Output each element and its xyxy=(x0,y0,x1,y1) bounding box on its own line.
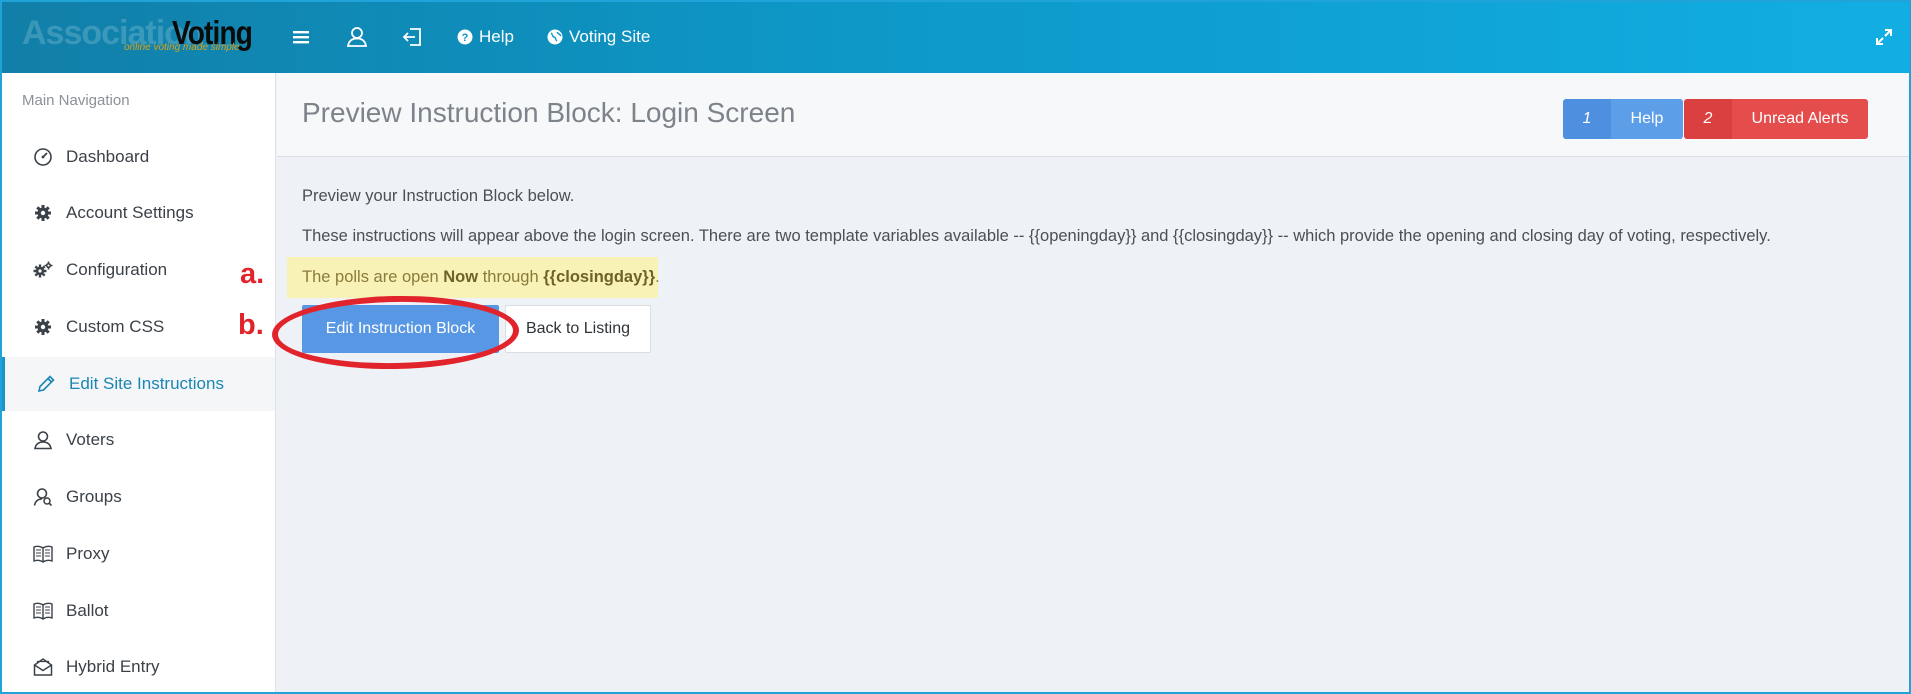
sidebar-item-voters[interactable]: Voters xyxy=(2,413,275,467)
user-search-icon xyxy=(33,487,53,507)
sidebar: Main Navigation Dashboard Account Settin… xyxy=(2,73,276,692)
expand-icon xyxy=(1876,29,1892,45)
app-window: Association Voting online voting made si… xyxy=(0,0,1911,694)
preview-prefix: The polls are open xyxy=(302,268,444,286)
help-button[interactable]: 1 Help xyxy=(1563,99,1683,139)
sidebar-item-hybrid-entry[interactable]: Hybrid Entry xyxy=(2,640,275,692)
book-icon xyxy=(33,544,53,564)
envelope-open-icon xyxy=(33,657,53,677)
top-bar: Association Voting online voting made si… xyxy=(2,2,1909,73)
page-title: Preview Instruction Block: Login Screen xyxy=(302,97,796,128)
logo-tagline: online voting made simple xyxy=(124,42,240,53)
unread-alerts-button[interactable]: 2 Unread Alerts xyxy=(1684,99,1868,139)
help-nav-label: Help xyxy=(479,27,514,46)
menu-toggle-button[interactable] xyxy=(292,24,310,50)
intro-text: Preview your Instruction Block below. xyxy=(302,187,575,205)
sidebar-item-groups[interactable]: Groups xyxy=(2,470,275,524)
sidebar-item-proxy[interactable]: Proxy xyxy=(2,527,275,581)
profile-button[interactable] xyxy=(346,24,368,50)
logout-button[interactable] xyxy=(402,24,424,50)
sidebar-item-label: Custom CSS xyxy=(66,317,165,336)
sidebar-item-label: Ballot xyxy=(66,601,109,620)
annotation-a: a. xyxy=(240,258,265,290)
sidebar-item-edit-site-instructions[interactable]: Edit Site Instructions xyxy=(2,357,275,411)
fullscreen-button[interactable] xyxy=(1875,28,1893,51)
logo[interactable]: Association Voting online voting made si… xyxy=(20,10,265,58)
hamburger-icon xyxy=(293,31,309,44)
sidebar-item-label: Edit Site Instructions xyxy=(69,374,224,393)
help-count: 1 xyxy=(1563,99,1611,139)
pencil-icon xyxy=(36,374,56,394)
sidebar-item-label: Hybrid Entry xyxy=(66,657,160,676)
instruction-preview: The polls are open Now through {{closing… xyxy=(287,257,660,298)
alerts-count: 2 xyxy=(1684,99,1732,139)
help-button-label: Help xyxy=(1611,99,1683,139)
sidebar-header: Main Navigation xyxy=(22,92,130,109)
dashboard-icon xyxy=(33,147,53,167)
sidebar-item-label: Dashboard xyxy=(66,147,150,166)
globe-icon xyxy=(547,29,563,45)
preview-middle: through xyxy=(478,268,544,286)
gear-icon xyxy=(33,203,53,223)
back-to-listing-button[interactable]: Back to Listing xyxy=(505,305,651,353)
preview-now: Now xyxy=(443,268,479,286)
sidebar-item-account-settings[interactable]: Account Settings xyxy=(2,186,275,240)
preview-closingday: {{closingday}} xyxy=(543,268,656,286)
sidebar-item-ballot[interactable]: Ballot xyxy=(2,584,275,638)
preview-suffix: . xyxy=(655,268,660,286)
sidebar-item-label: Groups xyxy=(66,487,122,506)
sidebar-item-custom-css[interactable]: Custom CSS xyxy=(2,300,275,354)
voting-site-label: Voting Site xyxy=(569,27,651,46)
help-nav-link[interactable]: ? Help xyxy=(457,24,514,50)
page-header: Preview Instruction Block: Login Screen … xyxy=(277,73,1909,157)
user-icon xyxy=(33,430,53,450)
annotation-b: b. xyxy=(238,309,264,341)
sidebar-item-configuration[interactable]: Configuration xyxy=(2,243,275,297)
sidebar-item-label: Proxy xyxy=(66,544,110,563)
user-icon xyxy=(346,27,368,47)
sidebar-item-dashboard[interactable]: Dashboard xyxy=(2,130,275,184)
edit-instruction-block-button[interactable]: Edit Instruction Block xyxy=(302,305,499,353)
book-icon xyxy=(33,601,53,621)
main-content: Preview Instruction Block: Login Screen … xyxy=(277,73,1909,692)
svg-text:?: ? xyxy=(462,32,469,44)
description-text: These instructions will appear above the… xyxy=(302,227,1771,245)
question-circle-icon: ? xyxy=(457,29,473,45)
gear-icon xyxy=(33,317,53,337)
gears-icon xyxy=(33,260,53,280)
sidebar-item-label: Voters xyxy=(66,430,115,449)
voting-site-link[interactable]: Voting Site xyxy=(547,24,650,50)
sidebar-item-label: Configuration xyxy=(66,260,168,279)
logout-icon xyxy=(402,28,421,46)
alerts-button-label: Unread Alerts xyxy=(1732,99,1868,139)
sidebar-item-label: Account Settings xyxy=(66,203,194,222)
